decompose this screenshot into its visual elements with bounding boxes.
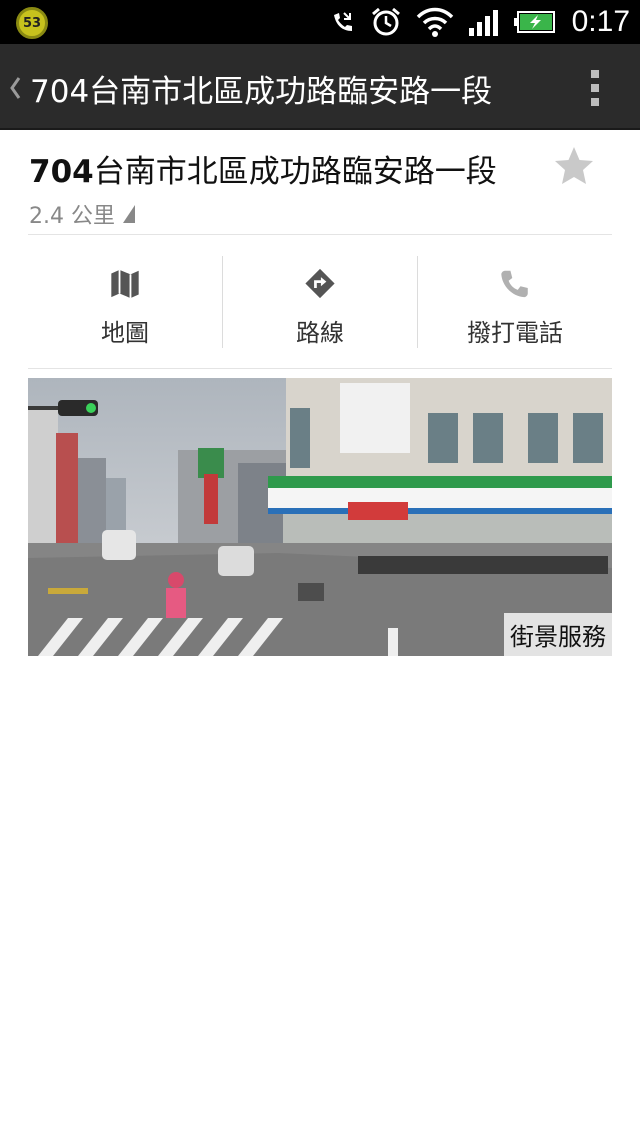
directions-button[interactable]: 路線 [223, 256, 418, 348]
signal-icon [468, 10, 498, 36]
action-buttons: 地圖 路線 撥打電話 [28, 256, 612, 348]
call-button[interactable]: 撥打電話 [418, 256, 612, 348]
place-title-number: 704 [29, 154, 94, 190]
distance-row: 2.4 公里 [29, 198, 137, 230]
action-bar: 704台南市北區成功路臨安路一段 [0, 44, 640, 130]
phone-icon [501, 270, 528, 298]
battery-charging-icon [513, 11, 555, 33]
place-title: 704台南市北區成功路臨安路一段 [29, 146, 497, 191]
status-icons: 0:17 [330, 0, 630, 44]
map-icon [111, 269, 139, 299]
wifi-icon [416, 7, 453, 37]
missed-call-icon [333, 12, 352, 31]
back-chevron-icon[interactable] [6, 74, 24, 102]
divider [28, 368, 612, 369]
map-label: 地圖 [101, 319, 149, 347]
distance-text: 2.4 公里 [29, 204, 115, 229]
alarm-icon [371, 7, 400, 36]
clock: 0:17 [571, 5, 630, 38]
star-icon[interactable] [552, 144, 596, 188]
call-label: 撥打電話 [467, 319, 563, 347]
street-view-label[interactable]: 街景服務 [504, 613, 612, 656]
overflow-menu-icon[interactable] [588, 68, 602, 108]
direction-arrow-icon [122, 205, 135, 223]
directions-icon [305, 268, 335, 299]
action-bar-title[interactable]: 704台南市北區成功路臨安路一段 [30, 66, 492, 111]
street-view-image[interactable]: 街景服務 [28, 378, 612, 656]
status-bar: 53 0:17 [0, 0, 640, 44]
divider [28, 234, 612, 235]
place-title-text: 台南市北區成功路臨安路一段 [93, 154, 497, 190]
directions-label: 路線 [296, 319, 344, 347]
map-button[interactable]: 地圖 [28, 256, 223, 348]
notification-badge: 53 [16, 7, 48, 39]
